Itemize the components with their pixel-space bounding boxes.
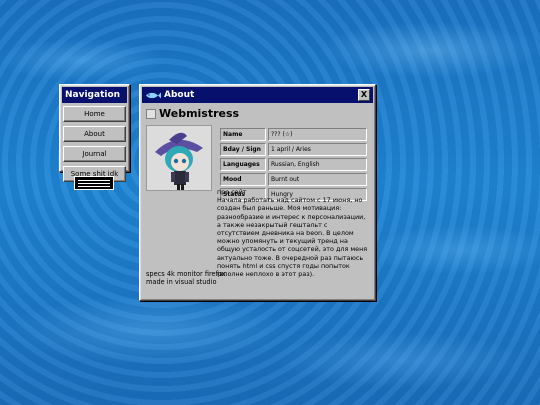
row-key: Name bbox=[220, 128, 266, 141]
table-row: Name ??? (☆) bbox=[220, 128, 367, 141]
bio-section: про сайт Начала работать над сайтом с 17… bbox=[217, 188, 369, 278]
about-title-group: About bbox=[145, 90, 194, 100]
bio-heading: про сайт bbox=[217, 188, 247, 196]
nav-button-home[interactable]: Home bbox=[63, 106, 126, 122]
table-row: Languages Russian, English bbox=[220, 158, 367, 171]
navigation-window: Navigation Home About Journal Some shit … bbox=[59, 84, 130, 182]
row-key: Languages bbox=[220, 158, 266, 171]
row-key: Bday / Sign bbox=[220, 143, 266, 156]
fish-icon bbox=[146, 92, 161, 98]
close-button[interactable]: X bbox=[358, 89, 370, 101]
avatar-figure bbox=[147, 126, 211, 190]
nav-button-journal[interactable]: Journal bbox=[63, 146, 126, 162]
page-title: Webmistress bbox=[159, 107, 240, 120]
badge-line bbox=[78, 185, 110, 187]
about-window: About X Webmistress Name ??? (☆) Bday / … bbox=[139, 84, 376, 301]
about-title: About bbox=[164, 90, 195, 100]
bio-text: Начала работать над сайтом с 17 июня, но… bbox=[217, 196, 368, 279]
broken-image-icon bbox=[146, 108, 156, 119]
nav-button-about[interactable]: About bbox=[63, 126, 126, 142]
avatar bbox=[146, 125, 212, 191]
row-value: 1 april / Aries bbox=[268, 143, 367, 156]
row-value: ??? (☆) bbox=[268, 128, 367, 141]
row-value: Russian, English bbox=[268, 158, 367, 171]
badge-line bbox=[78, 179, 110, 181]
navigation-titlebar: Navigation bbox=[62, 87, 127, 103]
specs-text: specs 4k monitor firefox made in visual … bbox=[146, 270, 226, 287]
table-row: Bday / Sign 1 april / Aries bbox=[220, 143, 367, 156]
row-key: Mood bbox=[220, 173, 266, 186]
badge-line bbox=[78, 182, 110, 184]
table-row: Mood Burnt out bbox=[220, 173, 367, 186]
site-button-badge[interactable] bbox=[74, 176, 114, 190]
row-value: Burnt out bbox=[268, 173, 367, 186]
about-titlebar: About X bbox=[142, 87, 373, 103]
navigation-title: Navigation bbox=[65, 90, 121, 100]
profile-heading: Webmistress bbox=[146, 107, 239, 120]
